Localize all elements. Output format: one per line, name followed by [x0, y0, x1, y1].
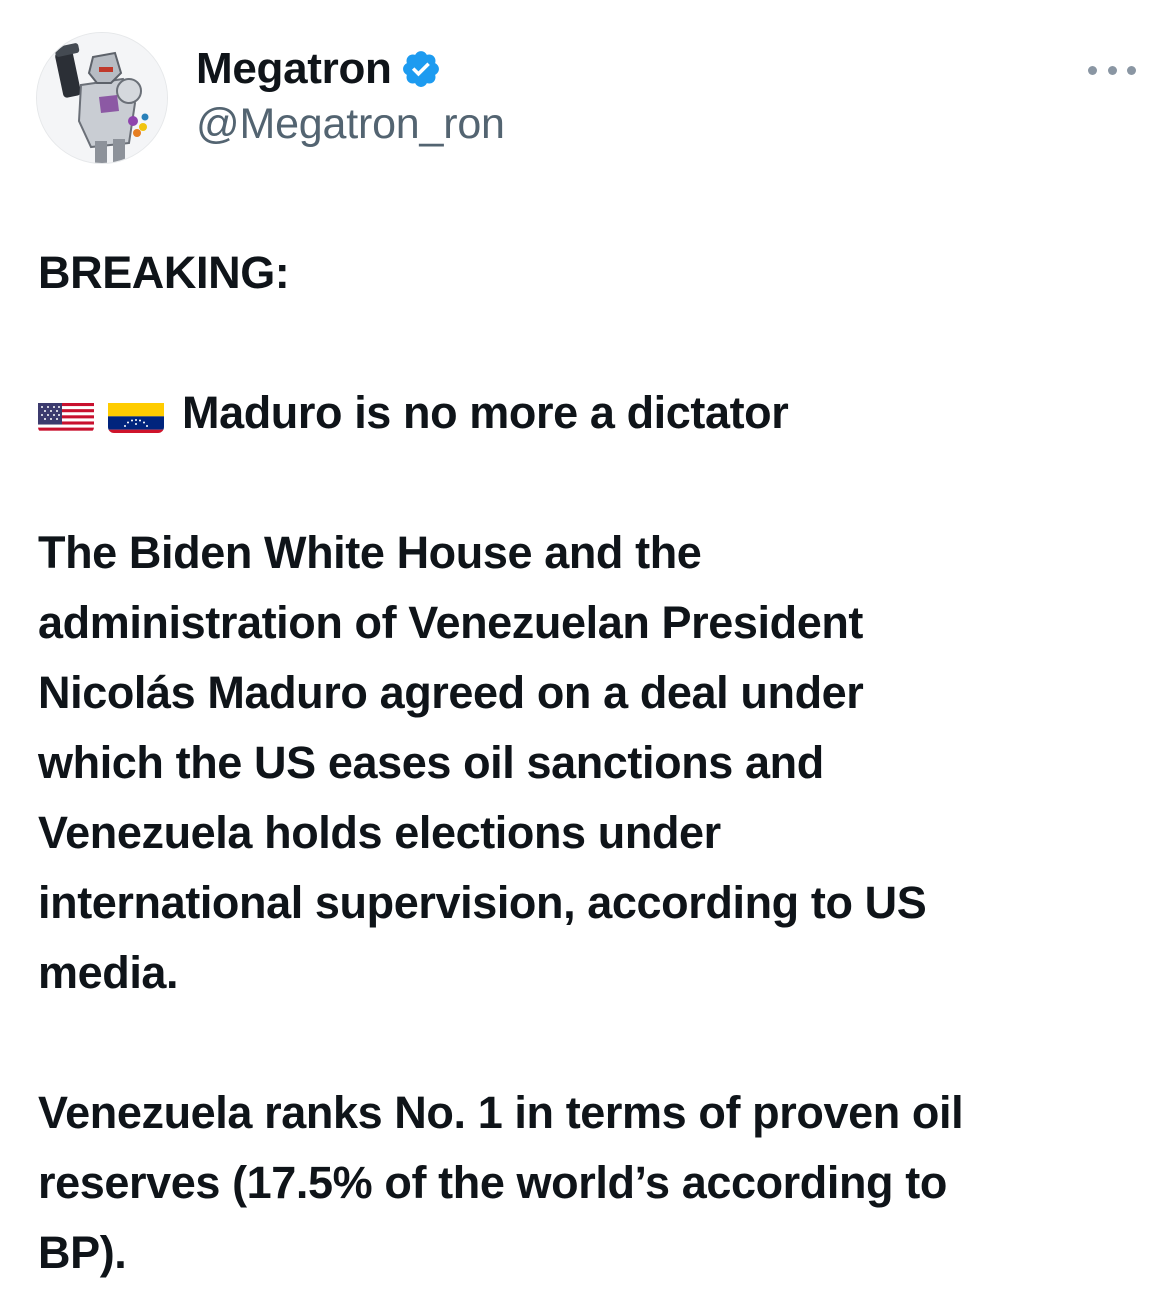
dot-icon: [1107, 65, 1117, 75]
headline-text: Maduro is no more a dictator: [182, 387, 789, 438]
paragraph-line: which the US eases oil sanctions and: [38, 737, 824, 788]
paragraph-line: media.: [38, 947, 179, 998]
author-names: Megatron @Megatron_ron: [196, 40, 505, 149]
paragraph-line: Venezuela ranks No. 1 in terms of proven…: [38, 1087, 964, 1138]
main-paragraph: The Biden White House and the administra…: [38, 518, 1148, 1008]
tweet: Megatron @Megatron_ron BREAKING: Maduro …: [0, 0, 1170, 1315]
paragraph-line: international supervision, according to …: [38, 877, 927, 928]
author-handle[interactable]: @Megatron_ron: [196, 100, 505, 149]
headline-line: Maduro is no more a dictator: [38, 378, 1148, 448]
breaking-heading: BREAKING:: [38, 247, 290, 298]
paragraph-line: Venezuela holds elections under: [38, 807, 721, 858]
paragraph-line: reserves (17.5% of the world’s according…: [38, 1157, 947, 1208]
venezuela-flag-icon: [108, 393, 164, 433]
paragraph-line: BP).: [38, 1227, 127, 1278]
closing-paragraph: Venezuela ranks No. 1 in terms of proven…: [38, 1078, 1148, 1288]
display-name-row: Megatron: [196, 40, 505, 98]
tweet-text: BREAKING: Maduro is no more a dictator T…: [38, 238, 1148, 1288]
paragraph-line: Nicolás Maduro agreed on a deal under: [38, 667, 864, 718]
megatron-avatar-icon[interactable]: [36, 32, 168, 164]
paragraph-line: administration of Venezuelan President: [38, 597, 863, 648]
tweet-header: Megatron @Megatron_ron: [36, 32, 1136, 167]
us-flag-icon: [38, 393, 94, 433]
paragraph-line: The Biden White House and the: [38, 527, 702, 578]
dot-icon: [1127, 65, 1136, 75]
verified-badge-icon[interactable]: [400, 48, 442, 90]
more-options-icon[interactable]: [1088, 60, 1136, 80]
dot-icon: [1088, 65, 1097, 75]
display-name[interactable]: Megatron: [196, 44, 392, 94]
